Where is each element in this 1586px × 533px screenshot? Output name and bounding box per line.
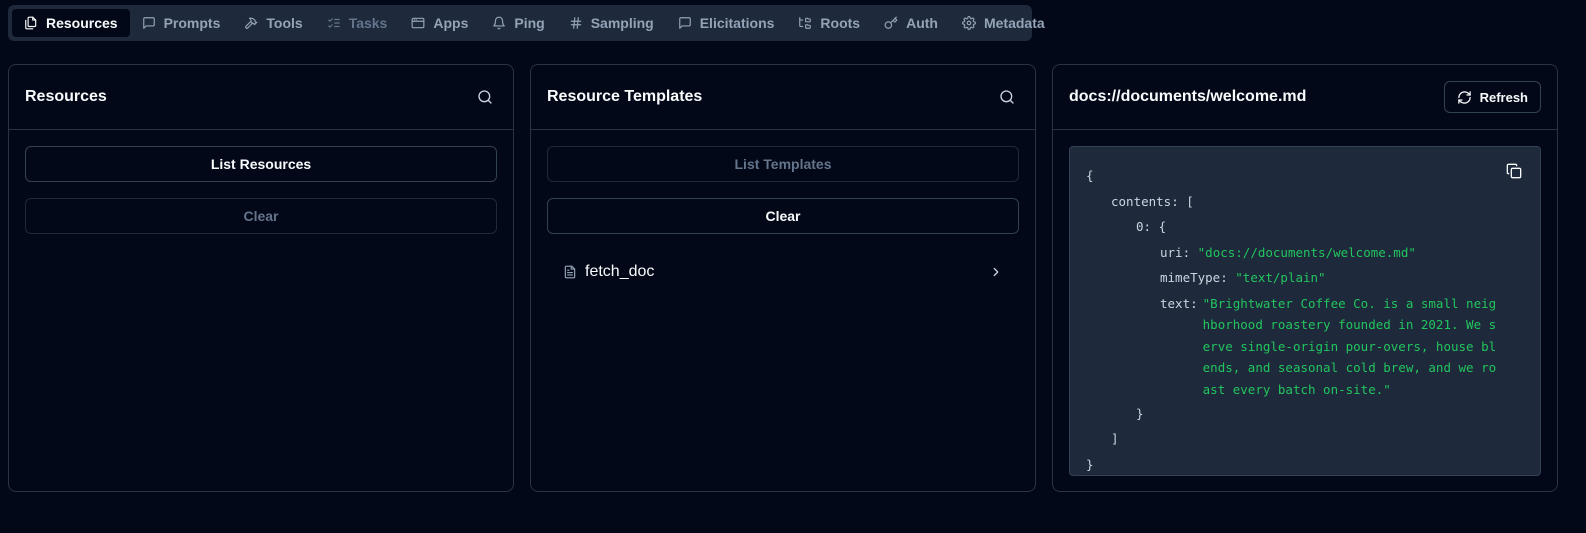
copy-icon[interactable] <box>1506 163 1524 181</box>
json-line: uri: "docs://documents/welcome.md" <box>1086 240 1524 266</box>
gear-icon <box>962 16 976 30</box>
tab-label: Ping <box>514 15 545 31</box>
tab-tools[interactable]: Tools <box>232 9 314 37</box>
list-templates-button: List Templates <box>547 146 1019 182</box>
files-icon <box>24 16 38 30</box>
json-close-brace: } <box>1086 456 1094 472</box>
key-icon <box>884 16 898 30</box>
json-open-brace: { <box>1086 168 1094 183</box>
json-inner-open: { <box>1158 219 1167 234</box>
list-resources-button[interactable]: List Resources <box>25 146 497 182</box>
json-line: } <box>1086 401 1524 427</box>
tab-elicitations[interactable]: Elicitations <box>666 9 787 37</box>
json-string-value: "text/plain" <box>1235 270 1326 285</box>
panel-body: { contents: [ 0: { uri: "docs://document… <box>1053 130 1557 492</box>
json-key: uri: <box>1160 244 1191 260</box>
json-line: } <box>1086 452 1524 478</box>
file-text-icon <box>563 264 577 280</box>
panel-body: List Templates Clear fetch_doc <box>531 130 1035 310</box>
panel-header: Resources <box>9 65 513 130</box>
json-inner-close: } <box>1136 405 1144 421</box>
tab-label: Roots <box>820 15 861 31</box>
resource-templates-panel: Resource Templates List Templates Clear … <box>530 64 1036 492</box>
list-item[interactable]: fetch_doc <box>547 250 1019 294</box>
bell-icon <box>492 16 506 30</box>
tab-label: Apps <box>433 15 469 31</box>
json-line: { <box>1086 163 1524 189</box>
json-string-value: "docs://documents/welcome.md" <box>1197 244 1416 260</box>
message-icon <box>142 16 156 30</box>
tab-label: Auth <box>906 15 938 31</box>
json-viewer: { contents: [ 0: { uri: "docs://document… <box>1069 146 1541 476</box>
clear-button[interactable]: Clear <box>547 198 1019 234</box>
json-line: text: "Brightwater Coffee Co. is a small… <box>1086 291 1524 397</box>
tab-roots[interactable]: Roots <box>786 9 872 37</box>
panel-title: Resources <box>25 88 107 105</box>
tab-prompts[interactable]: Prompts <box>130 9 233 37</box>
tab-label: Elicitations <box>699 15 775 31</box>
tab-resources[interactable]: Resources <box>12 9 130 37</box>
panel-body: List Resources Clear <box>9 130 513 266</box>
chevron-right-icon <box>989 265 1003 279</box>
list-checks-icon <box>327 16 341 30</box>
tab-label: Sampling <box>590 15 654 31</box>
tab-ping[interactable]: Ping <box>480 9 556 37</box>
tab-auth[interactable]: Auth <box>872 9 950 37</box>
json-line: 0: { <box>1086 214 1524 240</box>
tab-label: Resources <box>46 15 118 31</box>
resource-content-panel: docs://documents/welcome.md Refresh { co… <box>1052 64 1558 492</box>
tab-label: Tasks <box>348 15 388 31</box>
tab-label: Tools <box>266 15 303 31</box>
search-icon[interactable] <box>473 85 497 109</box>
panel-header: Resource Templates <box>531 65 1035 130</box>
tab-bar: Resources Prompts Tools Tasks Apps Ping <box>8 5 1045 41</box>
tab-label: Prompts <box>163 15 221 31</box>
panel-title: docs://documents/welcome.md <box>1069 88 1307 105</box>
list-item-content: fetch_doc <box>563 263 654 281</box>
json-string-value: "Brightwater Coffee Co. is a small neigh… <box>1202 295 1497 397</box>
tab-metadata[interactable]: Metadata <box>950 9 1057 37</box>
template-name: fetch_doc <box>585 263 655 280</box>
json-key: contents: <box>1111 193 1179 209</box>
json-key: 0: <box>1136 219 1152 234</box>
panel-header: docs://documents/welcome.md Refresh <box>1053 65 1557 130</box>
tab-sampling[interactable]: Sampling <box>557 9 666 37</box>
tab-tasks: Tasks <box>315 9 400 37</box>
resources-panel: Resources List Resources Clear <box>8 64 514 492</box>
refresh-label: Refresh <box>1479 89 1528 105</box>
message-icon <box>678 16 692 30</box>
hammer-icon <box>244 16 258 30</box>
json-key: mimeType: <box>1160 270 1228 285</box>
app-window-icon <box>411 16 425 30</box>
tab-label: Metadata <box>983 15 1045 31</box>
folder-tree-icon <box>798 16 812 30</box>
json-close-bracket: ] <box>1111 431 1119 446</box>
refresh-icon <box>1457 90 1472 105</box>
clear-button: Clear <box>25 198 497 234</box>
search-icon[interactable] <box>995 85 1019 109</box>
tab-apps[interactable]: Apps <box>399 9 480 37</box>
panel-title: Resource Templates <box>547 88 703 105</box>
json-line: contents: [ <box>1086 189 1524 215</box>
json-line: mimeType: "text/plain" <box>1086 265 1524 291</box>
json-key: text: <box>1160 295 1198 311</box>
refresh-button[interactable]: Refresh <box>1443 81 1541 113</box>
json-open-bracket: [ <box>1186 193 1194 209</box>
json-line: ] <box>1086 426 1524 452</box>
hash-icon <box>569 16 583 30</box>
